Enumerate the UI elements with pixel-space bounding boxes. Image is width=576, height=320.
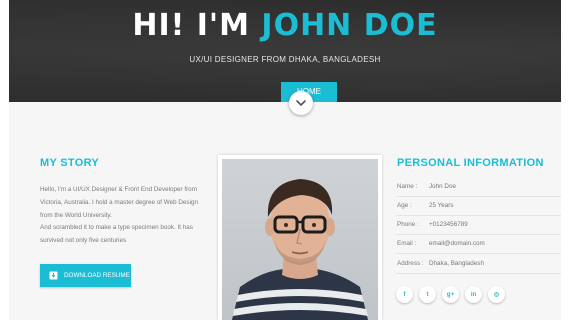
linkedin-icon[interactable]: in [465,286,482,303]
info-row-age: Age : 25 Years [396,197,561,216]
info-label: Phone : [397,221,419,228]
download-icon [49,271,58,280]
download-resume-button[interactable]: DOWNLOAD RESUME [40,264,131,287]
hero-subtitle: UX/UI DESIGNER FROM DHAKA, BANGLADESH [189,55,381,64]
story-paragraph: Hello, I'm a UI/UX Designer & Front End … [40,186,198,219]
info-value[interactable]: email@domain.com [429,240,485,247]
info-value: +0123456789 [429,221,468,228]
hero-banner: HI! I'M JOHN DOE UX/UI DESIGNER FROM DHA… [9,0,561,102]
info-label: Age : [397,202,412,209]
personal-info-heading: PERSONAL INFORMATION [397,157,544,169]
info-label: Address : [397,260,424,267]
twitter-icon[interactable]: t [419,286,436,303]
chevron-down-icon [296,100,306,106]
story-paragraph: And scrambled it to make a type specimen… [40,224,193,245]
hero-greeting: HI! I'M [132,8,250,43]
info-row-email: Email : email@domain.com [396,235,561,254]
scroll-down-button[interactable] [289,91,313,115]
story-heading: MY STORY [40,157,100,169]
story-text: Hello, I'm a UI/UX Designer & Front End … [40,184,210,248]
google-plus-icon[interactable]: g+ [442,286,459,303]
info-label: Name : [397,183,418,190]
info-row-phone: Phone : +0123456789 [396,216,561,235]
info-value: John Doe [429,183,456,190]
profile-photo-frame [218,155,382,320]
info-value: Dhaka, Bangladesh [429,260,484,267]
info-label: Email : [397,240,417,247]
hero-name: JOHN DOE [261,8,438,43]
hero-title: HI! I'M JOHN DOE [9,8,561,43]
download-resume-label: DOWNLOAD RESUME [64,272,130,279]
info-value: 25 Years [429,202,454,209]
portrait-illustration [232,179,368,320]
info-row-address: Address : Dhaka, Bangladesh [396,255,561,274]
info-row-name: Name : John Doe [396,178,561,197]
dribbble-icon[interactable]: ◎ [488,286,505,303]
social-links: f t g+ in ◎ [396,286,505,303]
profile-photo [222,159,378,320]
facebook-icon[interactable]: f [396,286,413,303]
